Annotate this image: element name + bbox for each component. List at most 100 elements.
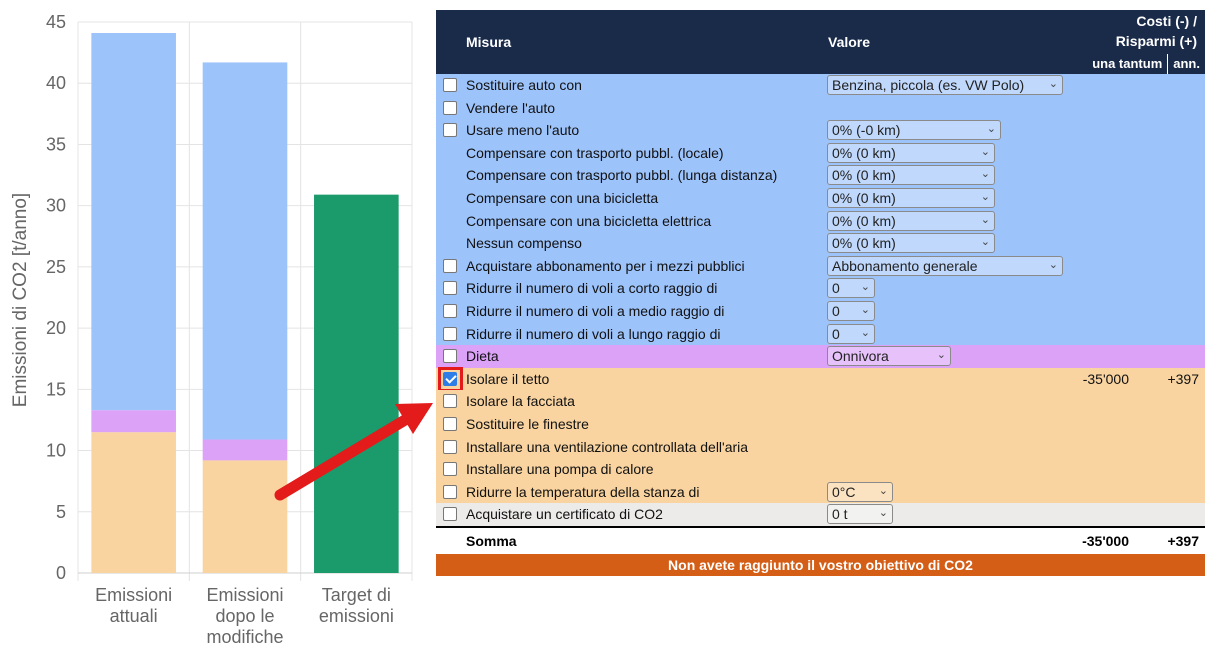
measure-label: Sostituire auto con xyxy=(466,77,582,93)
y-tick-label: 35 xyxy=(46,134,66,154)
chevron-down-icon: ⌄ xyxy=(980,145,990,158)
measure-label: Compensare con una bicicletta xyxy=(466,189,659,206)
x-axis-labels: EmissioniattualiEmissionidopo lemodifich… xyxy=(95,585,394,647)
value-select[interactable]: 0 ⌄ xyxy=(827,323,875,344)
measure-row: Dieta Onnivora ⌄ xyxy=(436,345,1205,368)
saving-annual: +397 xyxy=(1167,370,1199,387)
value-select[interactable]: Abbonamento generale ⌄ xyxy=(827,255,1063,276)
checkbox[interactable] xyxy=(443,507,457,522)
checkbox[interactable] xyxy=(443,484,457,499)
value-select[interactable]: Benzina, piccola (es. VW Polo) ⌄ xyxy=(827,75,1063,95)
checkbox[interactable] xyxy=(443,439,457,454)
y-axis-ticks: 0 5 10 15 20 25 30 35 40 45 xyxy=(46,12,66,583)
header-costi: Costi (-) / Risparmi (+) xyxy=(1116,11,1197,51)
value-select[interactable]: 0% (-0 km) ⌄ xyxy=(827,120,1001,141)
measure-label: Compensare con trasporto pubbl. (locale) xyxy=(466,144,724,161)
value-select-text: 0% (0 km) xyxy=(832,144,896,161)
measure-label: Vendere l'auto xyxy=(466,99,556,116)
x-tick-label: dopo le xyxy=(215,606,274,626)
y-axis-label: Emissioni di CO2 [t/anno] xyxy=(10,193,31,407)
table-header: Misura Valore Costi (-) / Risparmi (+) u… xyxy=(436,10,1205,74)
measure-row: Usare meno l'auto 0% (-0 km) ⌄ xyxy=(436,119,1205,142)
chevron-down-icon: ⌄ xyxy=(878,484,888,497)
checkbox[interactable] xyxy=(443,303,457,318)
value-select[interactable]: 0% (0 km) ⌄ xyxy=(827,165,995,186)
value-select[interactable]: 0°C ⌄ xyxy=(827,481,893,502)
measure-row: Compensare con una bicicletta 0% (0 km) ⌄ xyxy=(436,186,1205,210)
chevron-down-icon: ⌄ xyxy=(980,236,990,249)
bar-segment xyxy=(202,62,288,440)
measure-label: Dieta xyxy=(466,348,499,365)
goal-status-banner: Non avete raggiunto il vostro obiettivo … xyxy=(436,553,1205,576)
y-tick-label: 15 xyxy=(46,379,66,399)
value-select[interactable]: 0% (0 km) ⌄ xyxy=(827,233,995,254)
value-select[interactable]: 0 t ⌄ xyxy=(827,504,893,525)
measure-row: Installare una ventilazione controllata … xyxy=(436,435,1205,459)
measure-row: Acquistare abbonamento per i mezzi pubbl… xyxy=(436,254,1205,278)
header-once: una tantum xyxy=(1092,56,1163,71)
x-tick-label: emissioni xyxy=(319,606,394,626)
measure-label: Usare meno l'auto xyxy=(466,122,580,139)
value-select-text: 0% (0 km) xyxy=(832,235,896,252)
checkbox[interactable] xyxy=(443,78,457,92)
checkbox[interactable] xyxy=(443,416,457,431)
measures-list: Sostituire auto con Benzina, piccola (es.… xyxy=(436,74,1205,526)
value-select-text: 0 xyxy=(832,302,840,319)
measure-label: Sostituire le finestre xyxy=(466,415,589,432)
value-select-text: 0 t xyxy=(832,506,848,523)
header-annual: ann. xyxy=(1167,54,1205,74)
bar-segment xyxy=(202,460,288,573)
measure-label: Compensare con trasporto pubbl. (lunga d… xyxy=(466,167,778,184)
measure-row: Vendere l'auto xyxy=(436,96,1205,120)
chevron-down-icon: ⌄ xyxy=(860,281,870,294)
measure-label: Acquistare un certificato di CO2 xyxy=(466,506,663,523)
x-tick-label: Emissioni xyxy=(95,585,172,605)
value-select[interactable]: 0% (0 km) ⌄ xyxy=(827,210,995,231)
checkbox[interactable] xyxy=(443,100,457,115)
header-valore: Valore xyxy=(828,34,871,50)
header-costi-line1: Costi (-) / xyxy=(1136,13,1197,29)
measure-row: Compensare con una bicicletta elettrica 0… xyxy=(436,209,1205,233)
bar-segment xyxy=(91,432,176,573)
checkbox[interactable] xyxy=(443,394,457,409)
measure-row: Sostituire le finestre xyxy=(436,412,1205,436)
y-tick-label: 10 xyxy=(46,441,66,461)
emissions-chart: 051015202530354045 EmissioniattualiEmiss… xyxy=(10,12,413,647)
checkbox[interactable] xyxy=(443,462,457,477)
bar-segment xyxy=(314,194,399,573)
measure-label: Nessun compenso xyxy=(466,235,582,252)
value-select[interactable]: Onnivora ⌄ xyxy=(827,346,951,367)
y-tick-label: 40 xyxy=(46,73,66,93)
checkbox[interactable] xyxy=(443,349,457,364)
bar-segment xyxy=(202,439,288,461)
measure-row: Ridurre la temperatura della stanza di 0°… xyxy=(436,480,1205,504)
checkbox[interactable] xyxy=(443,258,457,273)
header-costi-line2: Risparmi (+) xyxy=(1115,33,1197,49)
measure-row: Nessun compenso 0% (0 km) ⌄ xyxy=(436,232,1205,255)
value-select[interactable]: 0% (0 km) ⌄ xyxy=(827,187,995,208)
x-tick-label: Target di xyxy=(322,585,391,605)
measure-label: Ridurre il numero di voli a lungo raggio… xyxy=(466,325,721,342)
checkbox[interactable] xyxy=(443,326,457,341)
measure-row: Acquistare un certificato di CO2 0 t ⌄ xyxy=(436,503,1205,526)
chevron-down-icon: ⌄ xyxy=(860,326,870,339)
value-select[interactable]: 0 ⌄ xyxy=(827,278,875,299)
chevron-down-icon: ⌄ xyxy=(980,190,990,203)
checkbox[interactable] xyxy=(443,281,457,296)
highlight-box xyxy=(438,366,463,392)
chart-bars xyxy=(91,33,399,573)
measure-label: Installare una ventilazione controllata … xyxy=(466,438,749,455)
value-select[interactable]: 0% (0 km) ⌄ xyxy=(827,142,995,163)
chevron-down-icon: ⌄ xyxy=(860,303,870,316)
measure-label: Ridurre il numero di voli a medio raggio… xyxy=(466,302,725,319)
x-tick-label: modifiche xyxy=(206,627,283,647)
value-select[interactable]: 0 ⌄ xyxy=(827,300,875,321)
sum-annual: +397 xyxy=(1167,532,1199,549)
measure-row: Ridurre il numero di voli a corto raggio… xyxy=(436,277,1205,300)
measure-row: Isolare il tetto -35'000 +397 xyxy=(436,366,1205,392)
checkbox[interactable] xyxy=(443,123,457,138)
bar-segment xyxy=(91,33,176,411)
measure-label: Acquistare abbonamento per i mezzi pubbl… xyxy=(466,257,745,274)
value-select-text: Onnivora xyxy=(832,348,889,365)
y-tick-label: 20 xyxy=(46,318,66,338)
